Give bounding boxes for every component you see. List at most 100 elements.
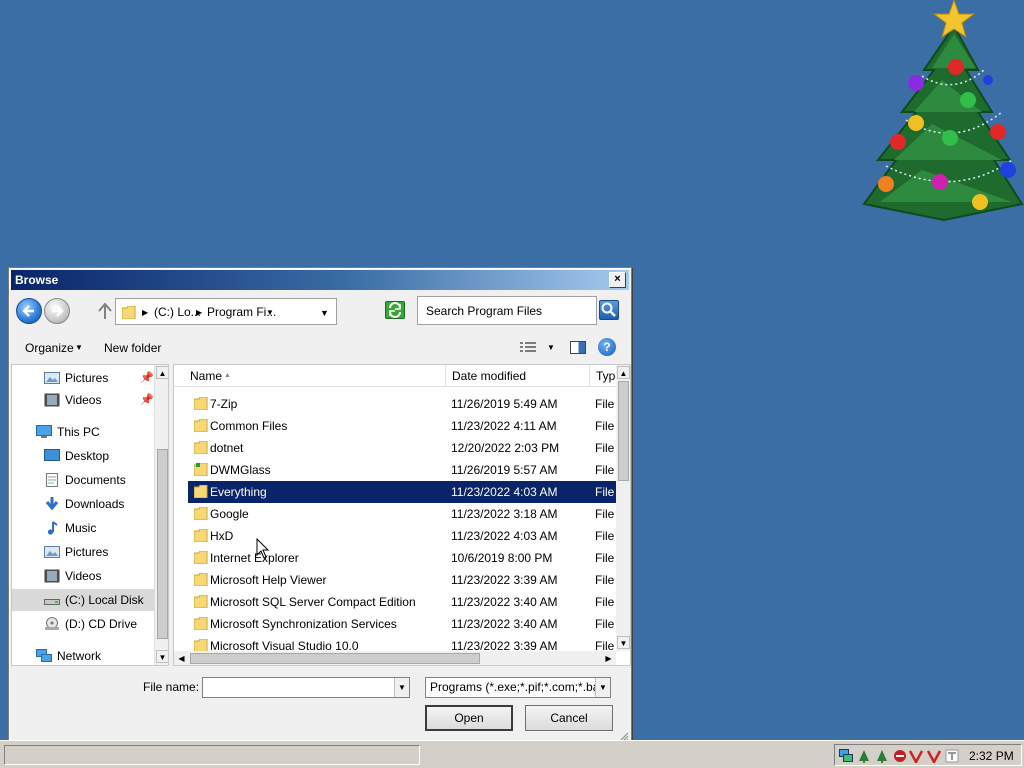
- breadcrumb-arrow-icon[interactable]: ▶: [196, 308, 202, 317]
- nav-item-downloads[interactable]: Downloads: [12, 493, 154, 515]
- forward-button[interactable]: [44, 298, 70, 324]
- tree-tray-icon[interactable]: [875, 749, 889, 763]
- filter-dropdown-icon[interactable]: ▼: [595, 678, 610, 697]
- nav-item-cd-drive[interactable]: (D:) CD Drive: [12, 613, 154, 635]
- nav-item-videos[interactable]: Videos: [12, 565, 154, 587]
- scroll-left-icon[interactable]: ◀: [175, 652, 188, 665]
- back-button[interactable]: [16, 298, 42, 324]
- nav-item-videos-pinned[interactable]: Videos 📌: [12, 389, 154, 411]
- nav-item-this-pc[interactable]: This PC: [12, 421, 154, 443]
- file-list: Name ▲ Date modified Type 7-Zip 11/26/201…: [173, 364, 631, 666]
- nav-item-documents[interactable]: Documents: [12, 469, 154, 491]
- command-bar: Organize ▼ New folder ▼ ?: [11, 334, 629, 360]
- nav-item-local-disk[interactable]: (C:) Local Disk: [12, 589, 154, 611]
- nav-item-label: Desktop: [65, 449, 110, 463]
- pin-icon[interactable]: 📌: [140, 371, 154, 384]
- file-date-modified: 11/26/2019 5:49 AM: [451, 397, 558, 411]
- sort-ascending-icon: ▲: [224, 372, 231, 379]
- file-row[interactable]: Microsoft SQL Server Compact Edition 11/2…: [188, 591, 616, 613]
- column-header-name[interactable]: Name ▲: [174, 365, 446, 387]
- address-dropdown-icon[interactable]: ▼: [320, 308, 329, 318]
- navigation-pane-scrollbar[interactable]: ▲ ▼: [154, 365, 168, 665]
- file-row[interactable]: Everything 11/23/2022 4:03 AM File f: [188, 481, 616, 503]
- system-tray: 2:32 PM: [834, 744, 1022, 766]
- cancel-button[interactable]: Cancel: [525, 705, 613, 731]
- file-row[interactable]: dotnet 12/20/2022 2:03 PM File f: [188, 437, 616, 459]
- antivirus-tray-icon[interactable]: [909, 749, 923, 763]
- file-list-vertical-scrollbar[interactable]: ▲ ▼: [616, 365, 630, 651]
- nav-item-desktop[interactable]: Desktop: [12, 445, 154, 467]
- nav-item-pictures-pinned[interactable]: Pictures 📌: [12, 367, 154, 389]
- column-header-date[interactable]: Date modified: [446, 365, 590, 387]
- downloads-icon: [45, 497, 59, 511]
- file-name: Microsoft SQL Server Compact Edition: [210, 595, 416, 609]
- nav-item-pictures[interactable]: Pictures: [12, 541, 154, 563]
- organize-button[interactable]: Organize: [25, 341, 74, 355]
- app-tray-icon[interactable]: [945, 749, 959, 763]
- file-name-dropdown-icon[interactable]: ▼: [394, 678, 409, 697]
- cd-drive-icon: [45, 617, 59, 630]
- antivirus-tray-icon[interactable]: [927, 749, 941, 763]
- file-row[interactable]: 7-Zip 11/26/2019 5:49 AM File f: [188, 393, 616, 415]
- view-details-icon[interactable]: [519, 341, 537, 355]
- taskbar-clock[interactable]: 2:32 PM: [969, 749, 1014, 763]
- scrollbar-thumb[interactable]: [618, 381, 629, 481]
- pictures-icon: [44, 546, 60, 558]
- scrollbar-thumb[interactable]: [157, 449, 168, 639]
- scroll-up-icon[interactable]: ▲: [156, 366, 168, 379]
- file-type-filter-select[interactable]: Programs (*.exe;*.pif;*.com;*.ba: [425, 677, 611, 698]
- folder-icon: [194, 617, 208, 630]
- file-name: Google: [210, 507, 249, 521]
- scroll-down-icon[interactable]: ▼: [617, 636, 630, 649]
- nav-item-label: Videos: [65, 393, 102, 407]
- file-row[interactable]: Microsoft Help Viewer 11/23/2022 3:39 AM F…: [188, 569, 616, 591]
- shortcut-folder-icon: [194, 463, 208, 476]
- close-button[interactable]: ×: [609, 272, 626, 288]
- scrollbar-thumb[interactable]: [190, 653, 480, 664]
- network-tray-icon[interactable]: [839, 749, 853, 763]
- up-arrow-icon[interactable]: [97, 302, 113, 320]
- address-bar[interactable]: ▶ (C:) Lo... ▶ Program Fi... ▼ ▼: [115, 298, 337, 325]
- close-icon: ×: [614, 273, 621, 285]
- breadcrumb-arrow-icon[interactable]: ▶: [142, 308, 148, 317]
- file-row[interactable]: Internet Explorer 10/6/2019 8:00 PM File f: [188, 547, 616, 569]
- file-list-horizontal-scrollbar[interactable]: ◀ ▶: [174, 651, 616, 665]
- security-tray-icon[interactable]: [893, 749, 907, 763]
- search-input[interactable]: Search Program Files: [417, 296, 597, 325]
- preview-pane-icon[interactable]: [570, 341, 586, 354]
- file-type: File f: [595, 529, 616, 543]
- file-row[interactable]: Microsoft Synchronization Services 11/23/…: [188, 613, 616, 635]
- help-button[interactable]: ?: [598, 338, 616, 356]
- dialog-titlebar[interactable]: Browse ×: [11, 270, 629, 290]
- search-button[interactable]: [599, 300, 619, 320]
- nav-item-network[interactable]: Network: [12, 645, 154, 665]
- file-row[interactable]: Common Files 11/23/2022 4:11 AM File f: [188, 415, 616, 437]
- videos-icon: [44, 393, 60, 407]
- file-name-input[interactable]: [202, 677, 410, 698]
- breadcrumb-local-disk[interactable]: (C:) Lo...: [154, 305, 201, 319]
- tree-tray-icon[interactable]: [857, 749, 871, 763]
- file-row[interactable]: DWMGlass 11/26/2019 5:57 AM File f: [188, 459, 616, 481]
- taskbar-window-button[interactable]: [4, 745, 420, 765]
- scroll-down-icon[interactable]: ▼: [156, 650, 168, 663]
- mouse-cursor-icon: [256, 538, 270, 559]
- pin-icon[interactable]: 📌: [140, 393, 154, 406]
- organize-dropdown-icon[interactable]: ▼: [75, 343, 83, 352]
- nav-item-music[interactable]: Music: [12, 517, 154, 539]
- view-dropdown-icon[interactable]: ▼: [547, 343, 555, 352]
- refresh-icon: [389, 302, 401, 318]
- file-row[interactable]: HxD 11/23/2022 4:03 AM File f: [188, 525, 616, 547]
- file-date-modified: 11/23/2022 3:39 AM: [451, 573, 558, 587]
- file-type: File f: [595, 419, 616, 433]
- navigation-pane: Pictures 📌 Videos 📌 This PC Desktop Docu…: [11, 364, 169, 666]
- scroll-right-icon[interactable]: ▶: [602, 652, 615, 665]
- refresh-button[interactable]: [385, 301, 405, 319]
- open-button[interactable]: Open: [425, 705, 513, 731]
- file-row[interactable]: Google 11/23/2022 3:18 AM File f: [188, 503, 616, 525]
- new-folder-button[interactable]: New folder: [104, 341, 161, 355]
- file-type: File f: [595, 595, 616, 609]
- breadcrumb-arrow-icon[interactable]: ▼: [266, 308, 274, 317]
- file-date-modified: 10/6/2019 8:00 PM: [451, 551, 553, 565]
- scroll-up-icon[interactable]: ▲: [617, 366, 630, 379]
- file-name: Common Files: [210, 419, 288, 433]
